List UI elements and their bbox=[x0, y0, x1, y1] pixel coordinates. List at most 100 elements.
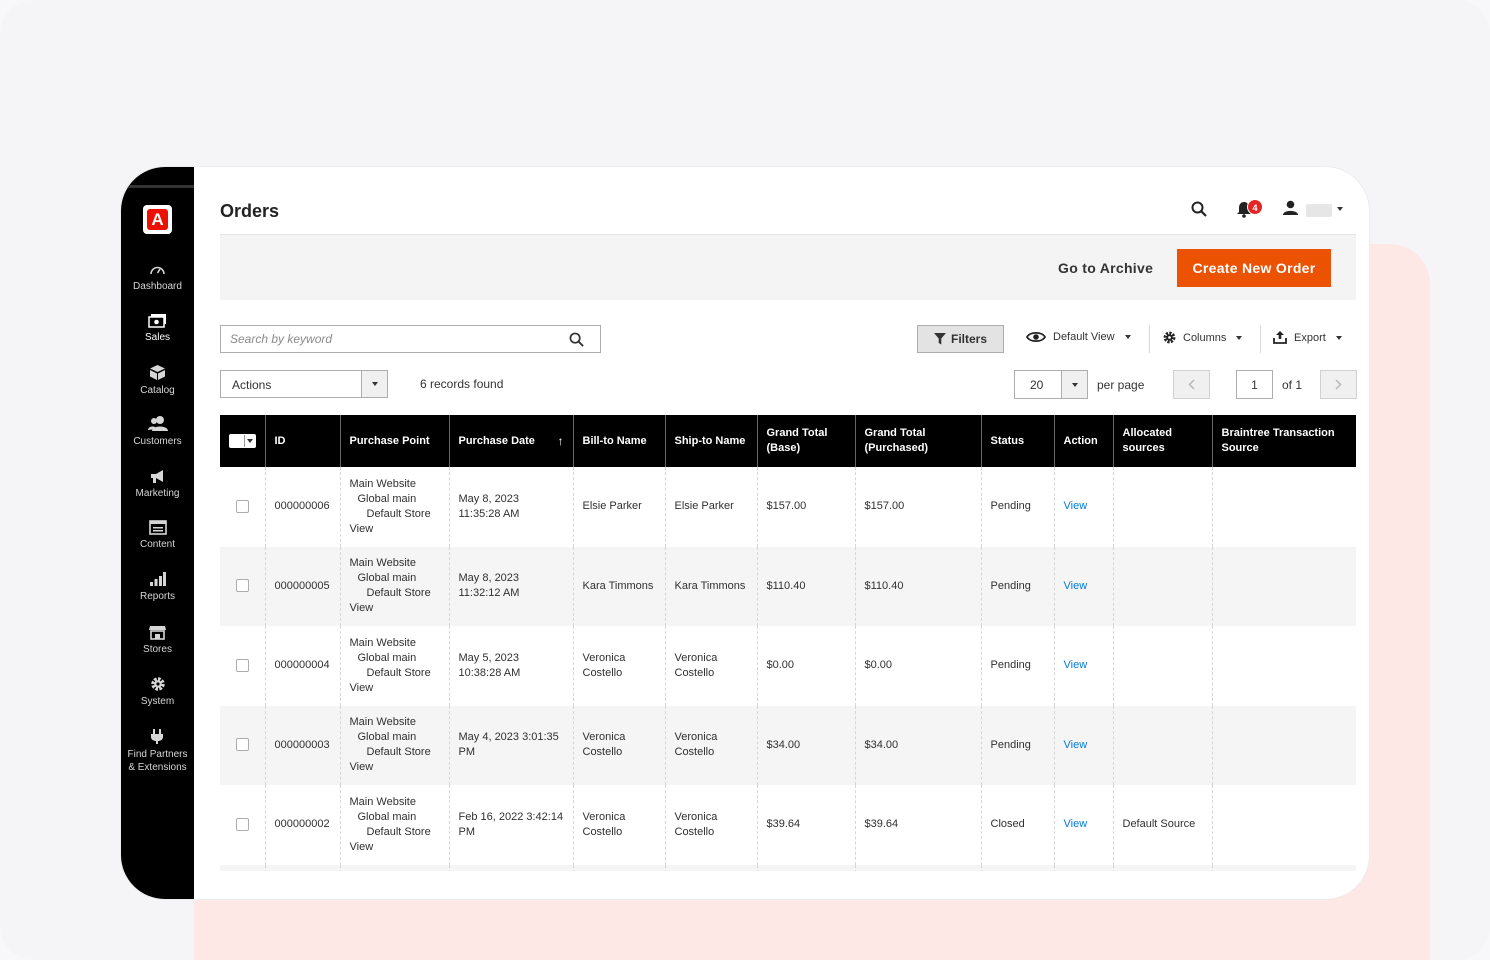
row-checkbox[interactable] bbox=[235, 817, 249, 831]
row-select-cell bbox=[220, 705, 266, 785]
columns-dropdown[interactable]: Columns bbox=[1163, 331, 1243, 344]
per-page-select[interactable]: 20 bbox=[1014, 370, 1088, 399]
table-row[interactable]: 000000004 Main Website Global main Default … bbox=[220, 626, 1356, 706]
global-search-button[interactable] bbox=[1191, 201, 1207, 222]
cell-bill-to-name: Elsie Parker bbox=[573, 467, 666, 547]
cell-ship-to-name: Veronica Costello bbox=[665, 785, 758, 865]
records-count: 6 records found bbox=[420, 377, 504, 391]
empty-cell bbox=[1113, 864, 1213, 871]
go-to-archive-button[interactable]: Go to Archive bbox=[1058, 260, 1153, 276]
column-header-purchase-point[interactable]: Purchase Point bbox=[340, 415, 450, 467]
cell-braintree-source bbox=[1212, 467, 1356, 547]
mass-select-header[interactable] bbox=[220, 415, 266, 467]
sidebar-item-dashboard[interactable]: Dashboard bbox=[121, 263, 194, 293]
mass-actions-select[interactable]: Actions bbox=[220, 370, 388, 398]
main-content: Orders 4 Go to Archive Create New Order … bbox=[194, 167, 1369, 899]
search-submit-button[interactable] bbox=[569, 332, 584, 352]
column-header-allocated-sources[interactable]: Allocated sources bbox=[1113, 415, 1213, 467]
user-menu[interactable] bbox=[1283, 200, 1298, 221]
adobe-logo[interactable]: A bbox=[143, 205, 172, 234]
chevron-down-icon bbox=[1236, 335, 1243, 340]
toolbar-divider bbox=[1260, 325, 1261, 353]
cell-id: 000000004 bbox=[265, 626, 341, 706]
table-row[interactable]: 000000003 Main Website Global main Default … bbox=[220, 705, 1356, 785]
cell-purchase-point: Main Website Global main Default Store View bbox=[340, 626, 450, 706]
export-dropdown[interactable]: Export bbox=[1273, 331, 1342, 344]
cell-grand-total-base: $157.00 bbox=[757, 467, 856, 547]
previous-page-button[interactable] bbox=[1173, 370, 1210, 399]
sidebar-item-sales[interactable]: Sales bbox=[121, 313, 194, 344]
row-checkbox[interactable] bbox=[235, 738, 249, 752]
column-header-grand-total-purchased[interactable]: Grand Total (Purchased) bbox=[855, 415, 982, 467]
create-new-order-button[interactable]: Create New Order bbox=[1177, 249, 1331, 287]
per-page-dropdown-arrow[interactable] bbox=[1061, 371, 1087, 398]
page-number-input[interactable]: 1 bbox=[1236, 370, 1273, 399]
row-select-cell bbox=[220, 467, 266, 547]
purchase-point-website: Main Website bbox=[349, 636, 416, 649]
cell-bill-to-name: Veronica Costello bbox=[573, 626, 666, 706]
sidebar-item-label: Customers bbox=[133, 436, 182, 447]
sidebar-item-system[interactable]: System bbox=[121, 676, 194, 708]
chevron-down-icon[interactable] bbox=[1337, 207, 1343, 211]
sidebar-item-partners[interactable]: Find Partners & Extensions bbox=[121, 728, 194, 774]
column-header-ship-to-name[interactable]: Ship-to Name bbox=[665, 415, 758, 467]
cell-id: 000000002 bbox=[265, 785, 341, 865]
filters-button[interactable]: Filters bbox=[917, 325, 1004, 353]
customers-icon bbox=[147, 416, 168, 431]
column-header-bill-to-name[interactable]: Bill-to Name bbox=[573, 415, 666, 467]
cell-status: Pending bbox=[981, 546, 1055, 626]
user-icon bbox=[1283, 200, 1298, 215]
view-order-link[interactable]: View bbox=[1064, 818, 1088, 830]
actions-dropdown-arrow[interactable] bbox=[361, 371, 387, 397]
view-order-link[interactable]: View bbox=[1064, 500, 1088, 512]
sidebar-item-marketing[interactable]: Marketing bbox=[121, 469, 194, 500]
column-header-id[interactable]: ID bbox=[265, 415, 341, 467]
purchase-point-store: Global main bbox=[357, 810, 417, 823]
row-checkbox[interactable] bbox=[235, 499, 249, 513]
column-header-status[interactable]: Status bbox=[981, 415, 1055, 467]
table-row[interactable]: 000000002 Main Website Global main Default … bbox=[220, 785, 1356, 865]
search-input[interactable] bbox=[221, 326, 561, 352]
sidebar-item-content[interactable]: Content bbox=[121, 520, 194, 551]
row-checkbox[interactable] bbox=[235, 658, 249, 672]
mass-select-dropdown[interactable] bbox=[228, 433, 256, 448]
table-row[interactable]: 000000005 Main Website Global main Default … bbox=[220, 546, 1356, 626]
sidebar-item-customers[interactable]: Customers bbox=[121, 415, 194, 448]
stores-icon bbox=[149, 626, 166, 640]
row-select-cell bbox=[220, 546, 266, 626]
view-order-link[interactable]: View bbox=[1064, 580, 1088, 592]
purchase-point-store-view: Default Store bbox=[366, 666, 431, 679]
user-name-placeholder[interactable] bbox=[1306, 204, 1332, 217]
purchase-point-view: View bbox=[349, 522, 374, 535]
view-order-link[interactable]: View bbox=[1064, 739, 1088, 751]
column-header-label: Purchase Date bbox=[458, 434, 535, 447]
purchase-point-website: Main Website bbox=[349, 795, 416, 808]
cell-action: View bbox=[1054, 546, 1114, 626]
column-header-grand-total-base[interactable]: Grand Total (Base) bbox=[757, 415, 856, 467]
next-page-button[interactable] bbox=[1320, 370, 1357, 399]
default-view-dropdown[interactable]: Default View bbox=[1026, 331, 1131, 343]
per-page-label: per page bbox=[1097, 378, 1145, 392]
purchase-point-website: Main Website bbox=[349, 557, 416, 570]
cell-id: 000000005 bbox=[265, 546, 341, 626]
columns-label: Columns bbox=[1183, 331, 1227, 344]
column-header-braintree-source[interactable]: Braintree Transaction Source bbox=[1212, 415, 1356, 467]
mass-select-checkbox[interactable] bbox=[232, 434, 245, 447]
table-row[interactable]: 000000006 Main Website Global main Default … bbox=[220, 467, 1356, 547]
row-checkbox[interactable] bbox=[235, 579, 249, 593]
table-header-row: ID Purchase Point Purchase Date ↑ Bill-to… bbox=[220, 415, 1356, 467]
empty-cell bbox=[340, 864, 450, 871]
sidebar-item-catalog[interactable]: Catalog bbox=[121, 364, 194, 397]
admin-sidebar: A Dashboard Sales Catalog Customers Mark… bbox=[121, 167, 194, 899]
empty-cell bbox=[757, 864, 856, 871]
sidebar-item-label: Catalog bbox=[140, 385, 175, 396]
column-header-purchase-date[interactable]: Purchase Date ↑ bbox=[449, 415, 574, 467]
sidebar-topbar bbox=[121, 185, 194, 188]
empty-cell bbox=[265, 864, 341, 871]
table-row[interactable] bbox=[220, 864, 1356, 871]
view-order-link[interactable]: View bbox=[1064, 659, 1088, 671]
sidebar-item-label: Sales bbox=[144, 332, 170, 343]
cell-purchase-date: May 8, 2023 11:32:12 AM bbox=[449, 546, 574, 626]
sidebar-item-stores[interactable]: Stores bbox=[121, 625, 194, 656]
sidebar-item-reports[interactable]: Reports bbox=[121, 572, 194, 603]
